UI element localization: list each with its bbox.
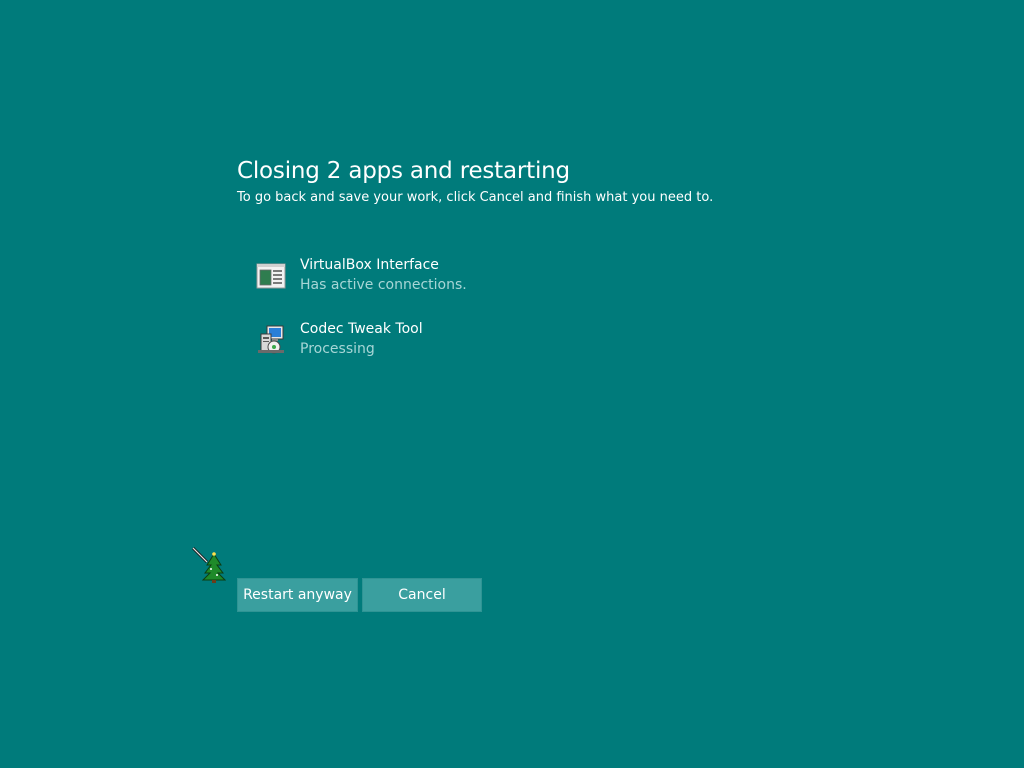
installer-computer-icon <box>255 324 287 356</box>
page-title: Closing 2 apps and restarting <box>237 158 570 184</box>
list-item-virtualbox: VirtualBox Interface Has active connecti… <box>255 256 675 320</box>
app-name: Codec Tweak Tool <box>300 321 423 337</box>
page-subtitle: To go back and save your work, click Can… <box>237 190 714 205</box>
list-item-codec-tweak-tool: Codec Tweak Tool Processing <box>255 320 675 384</box>
christmas-tree-cursor-icon <box>190 545 227 583</box>
cancel-button[interactable]: Cancel <box>362 578 482 612</box>
window-app-icon <box>255 260 287 292</box>
app-name: VirtualBox Interface <box>300 257 439 273</box>
app-status: Has active connections. <box>300 277 467 293</box>
app-list: VirtualBox Interface Has active connecti… <box>255 256 675 384</box>
app-status: Processing <box>300 341 375 357</box>
restart-screen: Closing 2 apps and restarting To go back… <box>0 0 1024 768</box>
restart-anyway-button[interactable]: Restart anyway <box>237 578 358 612</box>
